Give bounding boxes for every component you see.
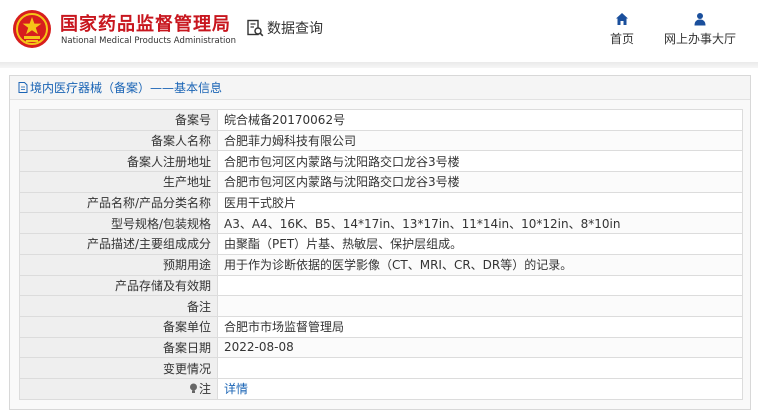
table-row: 变更情况 xyxy=(19,357,743,379)
field-label: 备案号 xyxy=(19,109,218,131)
user-icon xyxy=(694,13,706,26)
nav-home-label: 首页 xyxy=(609,32,634,46)
field-value: 合肥市包河区内蒙路与沈阳路交口龙谷3号楼 xyxy=(217,171,743,193)
field-label: 备注 xyxy=(19,295,218,317)
table-row: 备案单位 合肥市市场监督管理局 xyxy=(19,315,743,338)
nav-home[interactable]: 首页 xyxy=(604,12,640,47)
header-divider xyxy=(0,62,758,68)
field-label: 备案人注册地址 xyxy=(19,150,218,173)
field-label: 备案日期 xyxy=(19,336,218,359)
field-value: 2022-08-08 xyxy=(217,336,743,359)
table-row: 备案人名称 合肥菲力姆科技有限公司 xyxy=(19,129,743,152)
field-value: 合肥市包河区内蒙路与沈阳路交口龙谷3号楼 xyxy=(217,150,743,173)
field-label: 备案单位 xyxy=(19,315,218,338)
field-label: 产品描述/主要组成成分 xyxy=(19,233,218,255)
field-value: 合肥菲力姆科技有限公司 xyxy=(217,129,743,152)
record-panel: 境内医疗器械（备案）——基本信息 备案号 皖合械备20170062号 备案人名称 合肥… xyxy=(9,75,751,410)
note-label: 注 xyxy=(198,382,211,397)
note-value-cell: 详情 xyxy=(217,377,743,400)
table-row: 产品描述/主要组成成分 由聚酯（PET）片基、热敏层、保护层组成。 xyxy=(19,233,743,255)
panel-title-bar: 境内医疗器械（备案）——基本信息 xyxy=(10,76,750,100)
info-table: 备案号 皖合械备20170062号 备案人名称 合肥菲力姆科技有限公司 备案人注册地址合… xyxy=(19,109,743,400)
field-value xyxy=(217,357,743,379)
note-label-cell: 注 xyxy=(19,377,218,400)
table-row: 产品名称/产品分类名称 医用干式胶片 xyxy=(19,191,743,214)
field-value xyxy=(217,295,743,317)
table-row-note: 注详情 xyxy=(19,377,743,400)
search-document-icon xyxy=(247,19,264,37)
table-row: 产品存储及有效期 xyxy=(19,274,743,297)
brand-title-en: National Medical Products Administration xyxy=(61,36,236,46)
table-row: 预期用途 用于作为诊断依据的医学影像（CT、MRI、CR、DR等）的记录。 xyxy=(19,253,743,276)
nav-online-hall-label: 网上办事大厅 xyxy=(663,32,736,46)
table-row: 备案号 皖合械备20170062号 xyxy=(19,109,743,131)
field-label: 型号规格/包装规格 xyxy=(19,212,218,235)
field-value: A3、A4、16K、B5、14*17in、13*17in、11*14in、10*… xyxy=(217,212,743,235)
field-label: 产品存储及有效期 xyxy=(19,274,218,297)
home-icon xyxy=(616,13,628,25)
lightbulb-icon xyxy=(189,383,197,394)
field-label: 产品名称/产品分类名称 xyxy=(19,191,218,214)
field-value: 合肥市市场监督管理局 xyxy=(217,315,743,338)
field-value: 医用干式胶片 xyxy=(217,191,743,214)
table-row: 备案人注册地址 合肥市包河区内蒙路与沈阳路交口龙谷3号楼 xyxy=(19,150,743,173)
field-label: 生产地址 xyxy=(19,171,218,193)
table-row: 备案日期 2022-08-08 xyxy=(19,336,743,359)
data-query-link[interactable]: 数据查询 xyxy=(246,18,323,38)
field-value: 用于作为诊断依据的医学影像（CT、MRI、CR、DR等）的记录。 xyxy=(217,253,743,276)
site-header: 国家药品监督管理局 National Medical Products Admi… xyxy=(0,0,758,62)
table-row: 备注 xyxy=(19,295,743,317)
nav-online-hall[interactable]: 网上办事大厅 xyxy=(658,12,742,47)
table-row: 型号规格/包装规格 A3、A4、16K、B5、14*17in、13*17in、11… xyxy=(19,212,743,235)
table-row: 生产地址 合肥市包河区内蒙路与沈阳路交口龙谷3号楼 xyxy=(19,171,743,193)
data-query-label: 数据查询 xyxy=(267,21,323,37)
panel-title: 境内医疗器械（备案）——基本信息 xyxy=(30,81,223,95)
field-value: 皖合械备20170062号 xyxy=(217,109,743,131)
field-value xyxy=(217,274,743,297)
brand-title-cn: 国家药品监督管理局 xyxy=(60,14,231,35)
field-label: 备案人名称 xyxy=(19,129,218,152)
field-value: 由聚酯（PET）片基、热敏层、保护层组成。 xyxy=(217,233,743,255)
field-label: 变更情况 xyxy=(19,357,218,379)
document-icon xyxy=(18,82,28,93)
national-emblem-icon xyxy=(13,10,51,48)
detail-link[interactable]: 详情 xyxy=(224,382,248,396)
field-label: 预期用途 xyxy=(19,253,218,276)
